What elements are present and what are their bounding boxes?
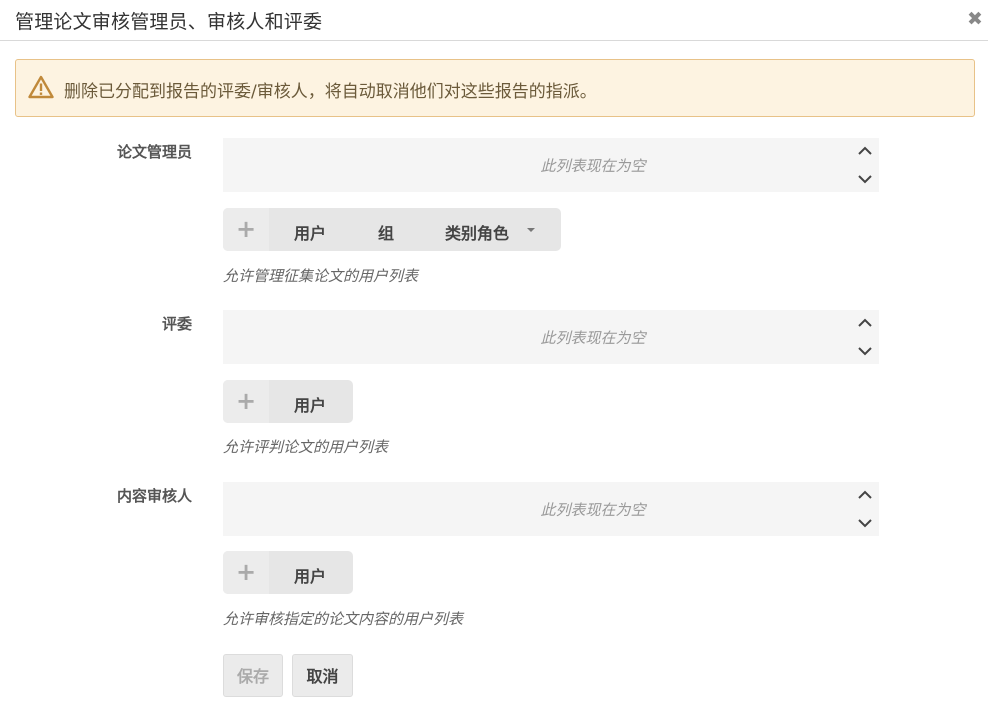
plus-icon[interactable]: + [223,380,269,423]
empty-list-text: 此列表现在为空 [540,329,646,347]
add-category-role-button[interactable]: 类别角色 [445,220,509,244]
empty-list-text: 此列表现在为空 [540,157,646,175]
managers-add-group: + 用户 组 类别角色 [223,208,561,251]
dialog-title: 管理论文审核管理员、审核人和评委 [15,11,323,33]
dialog-header: 管理论文审核管理员、审核人和评委 ✖ [0,0,988,41]
add-user-button[interactable]: 用户 [294,563,326,587]
chevron-up-icon[interactable] [856,142,874,160]
caret-down-icon[interactable] [527,228,535,232]
judges-add-group: + 用户 [223,380,353,423]
warning-triangle-icon [28,75,54,99]
add-user-button[interactable]: 用户 [294,392,326,416]
close-icon[interactable]: ✖ [967,9,983,29]
plus-icon[interactable]: + [223,551,269,594]
section-label-managers: 论文管理员 [116,143,192,161]
judges-list[interactable]: 此列表现在为空 [223,310,879,364]
managers-list[interactable]: 此列表现在为空 [223,138,879,192]
chevron-down-icon[interactable] [856,342,874,360]
judges-help-text: 允许评判论文的用户列表 [223,438,389,456]
add-user-button[interactable]: 用户 [294,220,326,244]
section-label-content-reviewers: 内容审核人 [116,487,192,505]
chevron-down-icon[interactable] [856,514,874,532]
save-button[interactable]: 保存 [223,654,283,697]
content-reviewers-add-group: + 用户 [223,551,353,594]
chevron-down-icon[interactable] [856,170,874,188]
content-reviewers-help-text: 允许审核指定的论文内容的用户列表 [223,610,464,628]
content-reviewers-list[interactable]: 此列表现在为空 [223,482,879,536]
plus-icon[interactable]: + [223,208,269,251]
cancel-button[interactable]: 取消 [292,654,353,697]
section-label-judges: 评委 [161,315,192,333]
alert-message: 删除已分配到报告的评委/审核人，将自动取消他们对这些报告的指派。 [64,82,597,102]
add-group-button[interactable]: 组 [378,220,394,244]
empty-list-text: 此列表现在为空 [540,501,646,519]
chevron-up-icon[interactable] [856,486,874,504]
managers-help-text: 允许管理征集论文的用户列表 [223,267,419,285]
warning-alert: 删除已分配到报告的评委/审核人，将自动取消他们对这些报告的指派。 [15,59,975,117]
chevron-up-icon[interactable] [856,314,874,332]
